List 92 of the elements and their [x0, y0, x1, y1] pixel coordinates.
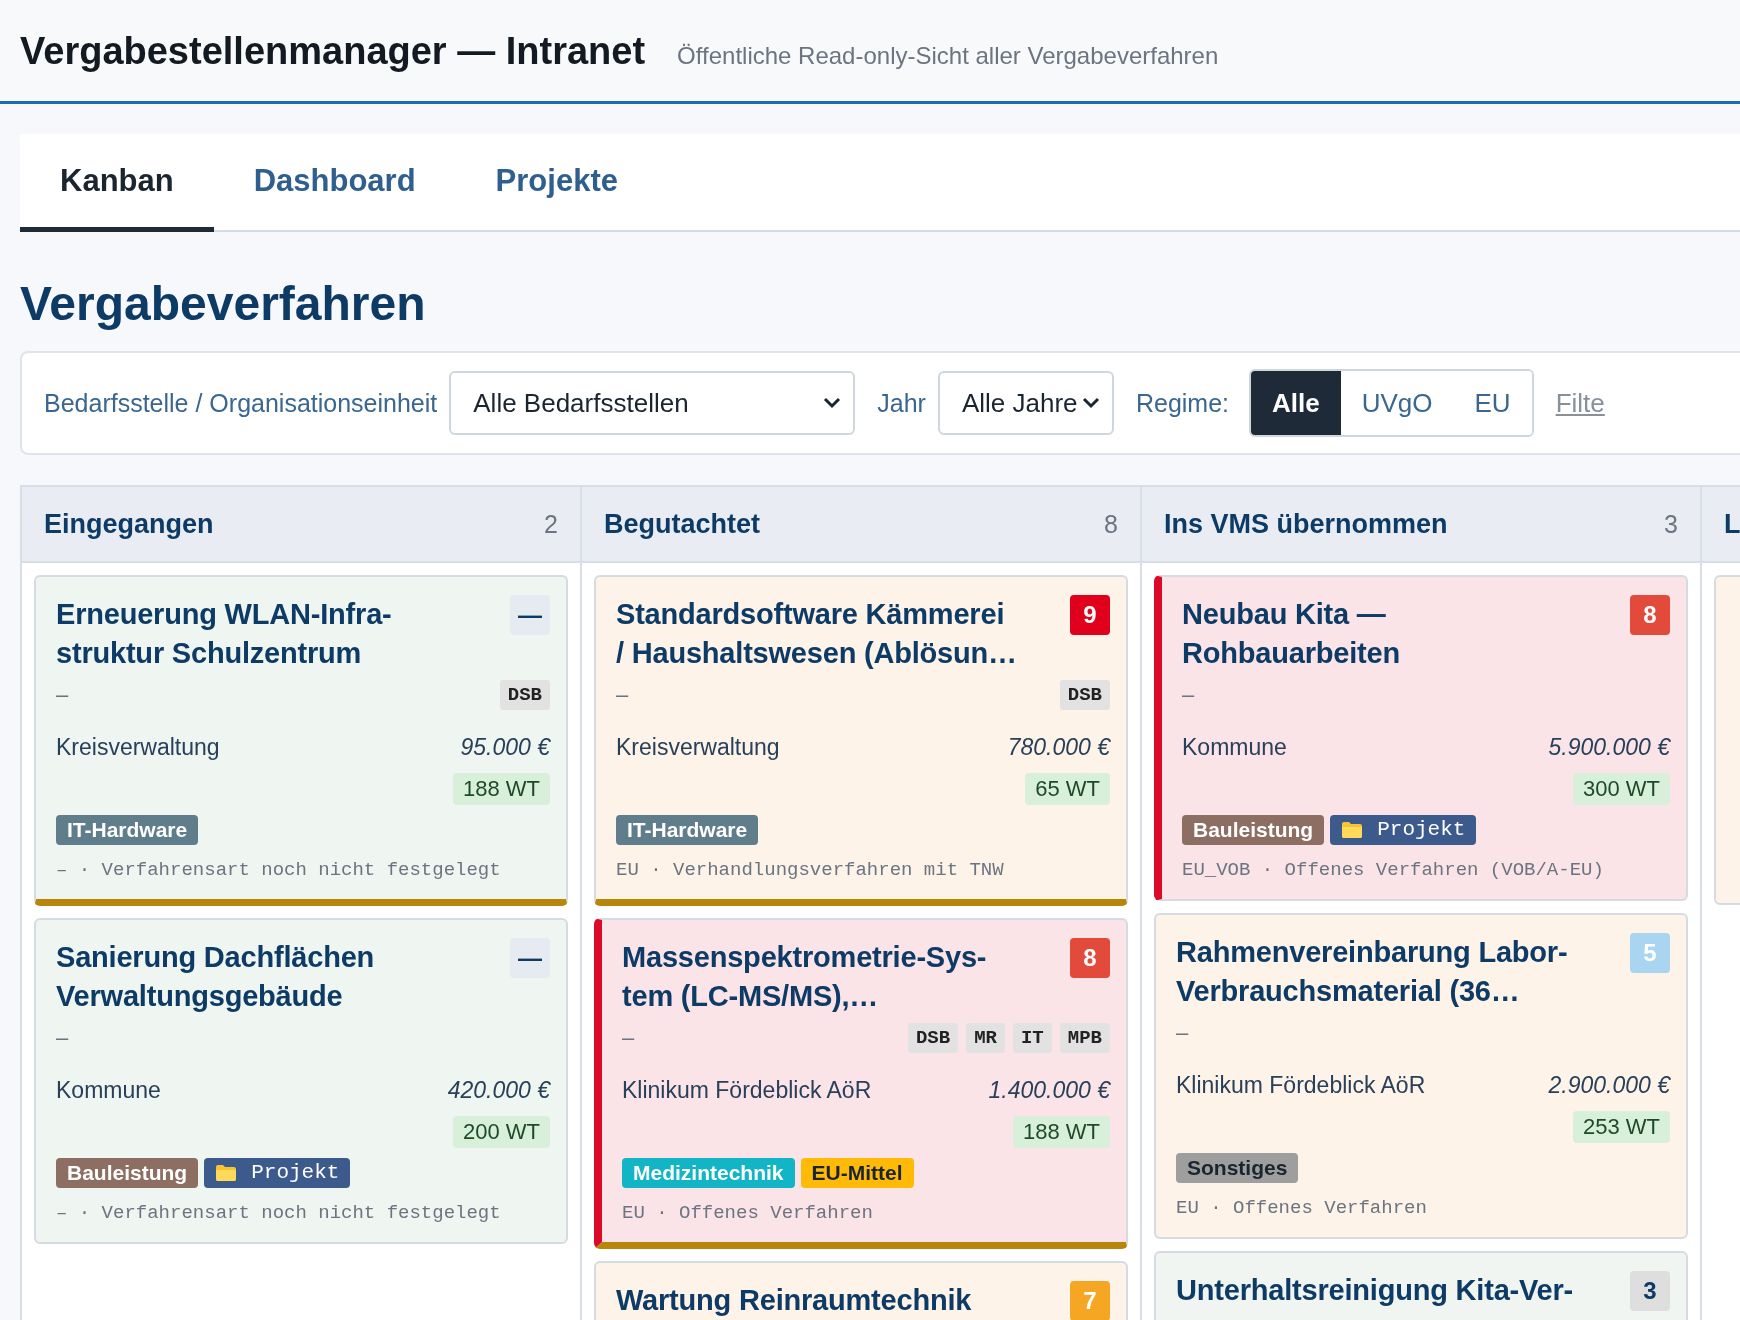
- priority-badge: 8: [1070, 937, 1110, 978]
- procedure-type: EU · Verhandlungsverfahren mit TNW: [616, 858, 1005, 881]
- column-count: 2: [544, 509, 558, 539]
- project-tag: Projekt: [1330, 814, 1477, 845]
- column-count: 8: [1104, 509, 1118, 539]
- chevron-down-icon: [1081, 397, 1100, 409]
- procurement-card[interactable]: Erneuerung WLAN-Infra-struktur Schulzentrum — – DSB Kreisverwaltung 95.000 € 188 WT IT-Hardware – · Verfahrensart noch nicht festgelegt: [34, 575, 568, 906]
- role-chip: MPB: [1059, 1022, 1110, 1053]
- category-tag: IT-Hardware: [616, 814, 759, 845]
- priority-badge: 9: [1070, 595, 1110, 635]
- category-tag: Bauleistung: [1182, 814, 1325, 845]
- regime-option[interactable]: Alle: [1251, 371, 1341, 435]
- tab[interactable]: Kanban: [20, 134, 214, 232]
- card-title: Massenspektrometrie-Sys-tem (LC-MS/MS),…: [622, 939, 988, 1015]
- card-title: Neubau Kita — Rohbauarbeiten: [1182, 597, 1401, 672]
- column-title: Eingegangen: [44, 508, 214, 540]
- organization: Kommune: [56, 1076, 161, 1104]
- duration-chip: 188 WT: [1012, 1115, 1110, 1148]
- procedure-type: EU · Offenes Verfahren: [622, 1201, 874, 1224]
- card-title: Erneuerung WLAN-Infra-struktur Schulzentrum: [56, 597, 393, 672]
- duration-chip: 253 WT: [1572, 1110, 1670, 1143]
- role-chip: DSB: [499, 679, 550, 710]
- role-chip: MR: [966, 1022, 1005, 1053]
- folder-icon: [1341, 820, 1364, 839]
- duration-chip: 200 WT: [452, 1115, 550, 1148]
- placeholder-dash: –: [622, 1024, 635, 1051]
- procurement-card[interactable]: Unterhaltsreinigung Kita-Ver- 3: [1154, 1250, 1688, 1320]
- procedure-type: – · Verfahrensart noch nicht festgelegt: [56, 858, 502, 881]
- card-title: Standardsoftware Kämmerei / Haushaltswesen (Ablösun…: [616, 597, 1018, 672]
- amount: 1.400.000 €: [988, 1076, 1110, 1104]
- category-tag: IT-Hardware: [56, 814, 199, 845]
- amount: 2.900.000 €: [1548, 1071, 1670, 1099]
- procurement-card[interactable]: Standardsoftware Kämmerei / Haushaltswesen (Ablösun… 9 – DSB Kreisverwaltung 780.000 € 65 WT IT-Hardware EU · Verhandlungsverfahren mit TNW: [594, 575, 1128, 906]
- procedure-type: – · Verfahrensart noch nicht festgelegt: [56, 1201, 502, 1224]
- folder-icon: [215, 1163, 238, 1182]
- duration-chip: 188 WT: [452, 772, 550, 805]
- organization: Klinikum Fördeblick AöR: [1176, 1071, 1426, 1099]
- column-title: Begutachtet: [604, 508, 760, 540]
- priority-badge: —: [510, 937, 550, 978]
- placeholder-dash: –: [616, 681, 629, 708]
- placeholder-dash: –: [56, 681, 69, 708]
- placeholder-dash: –: [1176, 1019, 1189, 1046]
- category-tag: Bauleistung: [56, 1157, 199, 1188]
- amount: 5.900.000 €: [1548, 733, 1670, 761]
- category-tag: Medizintechnik: [622, 1157, 795, 1188]
- priority-badge: —: [510, 595, 550, 635]
- column-title: Ins VMS übernommen: [1164, 508, 1448, 540]
- column-title: L: [1724, 508, 1740, 540]
- card-title: Unterhaltsreinigung Kita-Ver-: [1176, 1272, 1574, 1308]
- procurement-card[interactable]: Sanierung Dachflächen Verwaltungsgebäude — – Kommune 420.000 € 200 WT Bauleistung Projekt – · Verfahrensart noch nicht festgelegt: [34, 917, 568, 1244]
- procedure-type: EU · Offenes Verfahren: [1176, 1196, 1428, 1219]
- tab[interactable]: Dashboard: [213, 134, 456, 232]
- placeholder-dash: –: [1182, 681, 1195, 708]
- priority-badge: 7: [1070, 1280, 1110, 1320]
- procedure-type: EU_VOB · Offenes Verfahren (VOB/A-EU): [1182, 858, 1605, 881]
- duration-chip: 65 WT: [1025, 772, 1110, 805]
- role-chip: DSB: [907, 1022, 959, 1053]
- amount: 780.000 €: [1007, 733, 1110, 761]
- column-count: 3: [1664, 509, 1678, 539]
- placeholder-dash: –: [56, 1024, 69, 1051]
- procurement-card[interactable]: Neubau Kita — Rohbauarbeiten 8 – Kommune 5.900.000 € 300 WT Bauleistung Projekt EU_VOB · Offenes Verfahren (VOB/A-EU): [1154, 575, 1688, 901]
- duration-chip: 300 WT: [1572, 772, 1670, 805]
- procurement-card[interactable]: Wartung Reinraumtechnik 7: [594, 1260, 1128, 1320]
- organization: Klinikum Fördeblick AöR: [622, 1076, 872, 1104]
- amount: 420.000 €: [447, 1076, 550, 1104]
- priority-badge: 3: [1630, 1270, 1670, 1311]
- organization: Kreisverwaltung: [616, 733, 780, 761]
- card-title: Rahmenvereinbarung Labor-Verbrauchsmaterial (36…: [1176, 934, 1569, 1010]
- org-select[interactable]: Alle Bedarfsstellen: [449, 371, 856, 435]
- tab[interactable]: Projekte: [455, 134, 658, 232]
- procurement-card[interactable]: Rahmenvereinbarung Labor-Verbrauchsmaterial (36… 5 – Klinikum Fördeblick AöR 2.900.000 € 253 WT Sonstiges EU · Offenes Verfahren: [1154, 912, 1688, 1239]
- priority-badge: 8: [1630, 595, 1670, 635]
- organization: Kommune: [1182, 733, 1287, 761]
- category-tag: Sonstiges: [1176, 1152, 1299, 1183]
- organization: Kreisverwaltung: [56, 733, 220, 761]
- app-title: Vergabestellenmanager — Intranet: [20, 30, 646, 73]
- category-tag: EU-Mittel: [800, 1157, 914, 1188]
- chevron-down-icon: [823, 397, 842, 409]
- year-select[interactable]: Alle Jahre: [937, 371, 1114, 435]
- role-chip: IT: [1012, 1022, 1052, 1053]
- amount: 95.000 €: [460, 733, 550, 761]
- filter-label: Jahr: [877, 388, 926, 418]
- project-tag: Projekt: [204, 1157, 351, 1188]
- procurement-card[interactable]: Massenspektrometrie-Sys-tem (LC-MS/MS),… 8 – DSB MR IT MPB Klinikum Fördeblick AöR 1.400.000 € 188 WT Medizintechnik EU-Mittel EU · Offenes Verfahren: [594, 917, 1128, 1249]
- role-chip: DSB: [1059, 679, 1110, 710]
- page-heading: Vergabeverfahren: [20, 276, 427, 331]
- app-subtitle: Öffentliche Read-only-Sicht aller Vergabeverfahren: [677, 42, 1219, 70]
- card-title: Sanierung Dachflächen Verwaltungsgebäude: [56, 939, 376, 1015]
- filter-label: Regime:: [1135, 388, 1229, 418]
- priority-badge: 5: [1630, 932, 1670, 973]
- card-title: Wartung Reinraumtechnik: [616, 1282, 972, 1318]
- filter-label: Bedarfsstelle / Organisationseinheit: [44, 388, 438, 418]
